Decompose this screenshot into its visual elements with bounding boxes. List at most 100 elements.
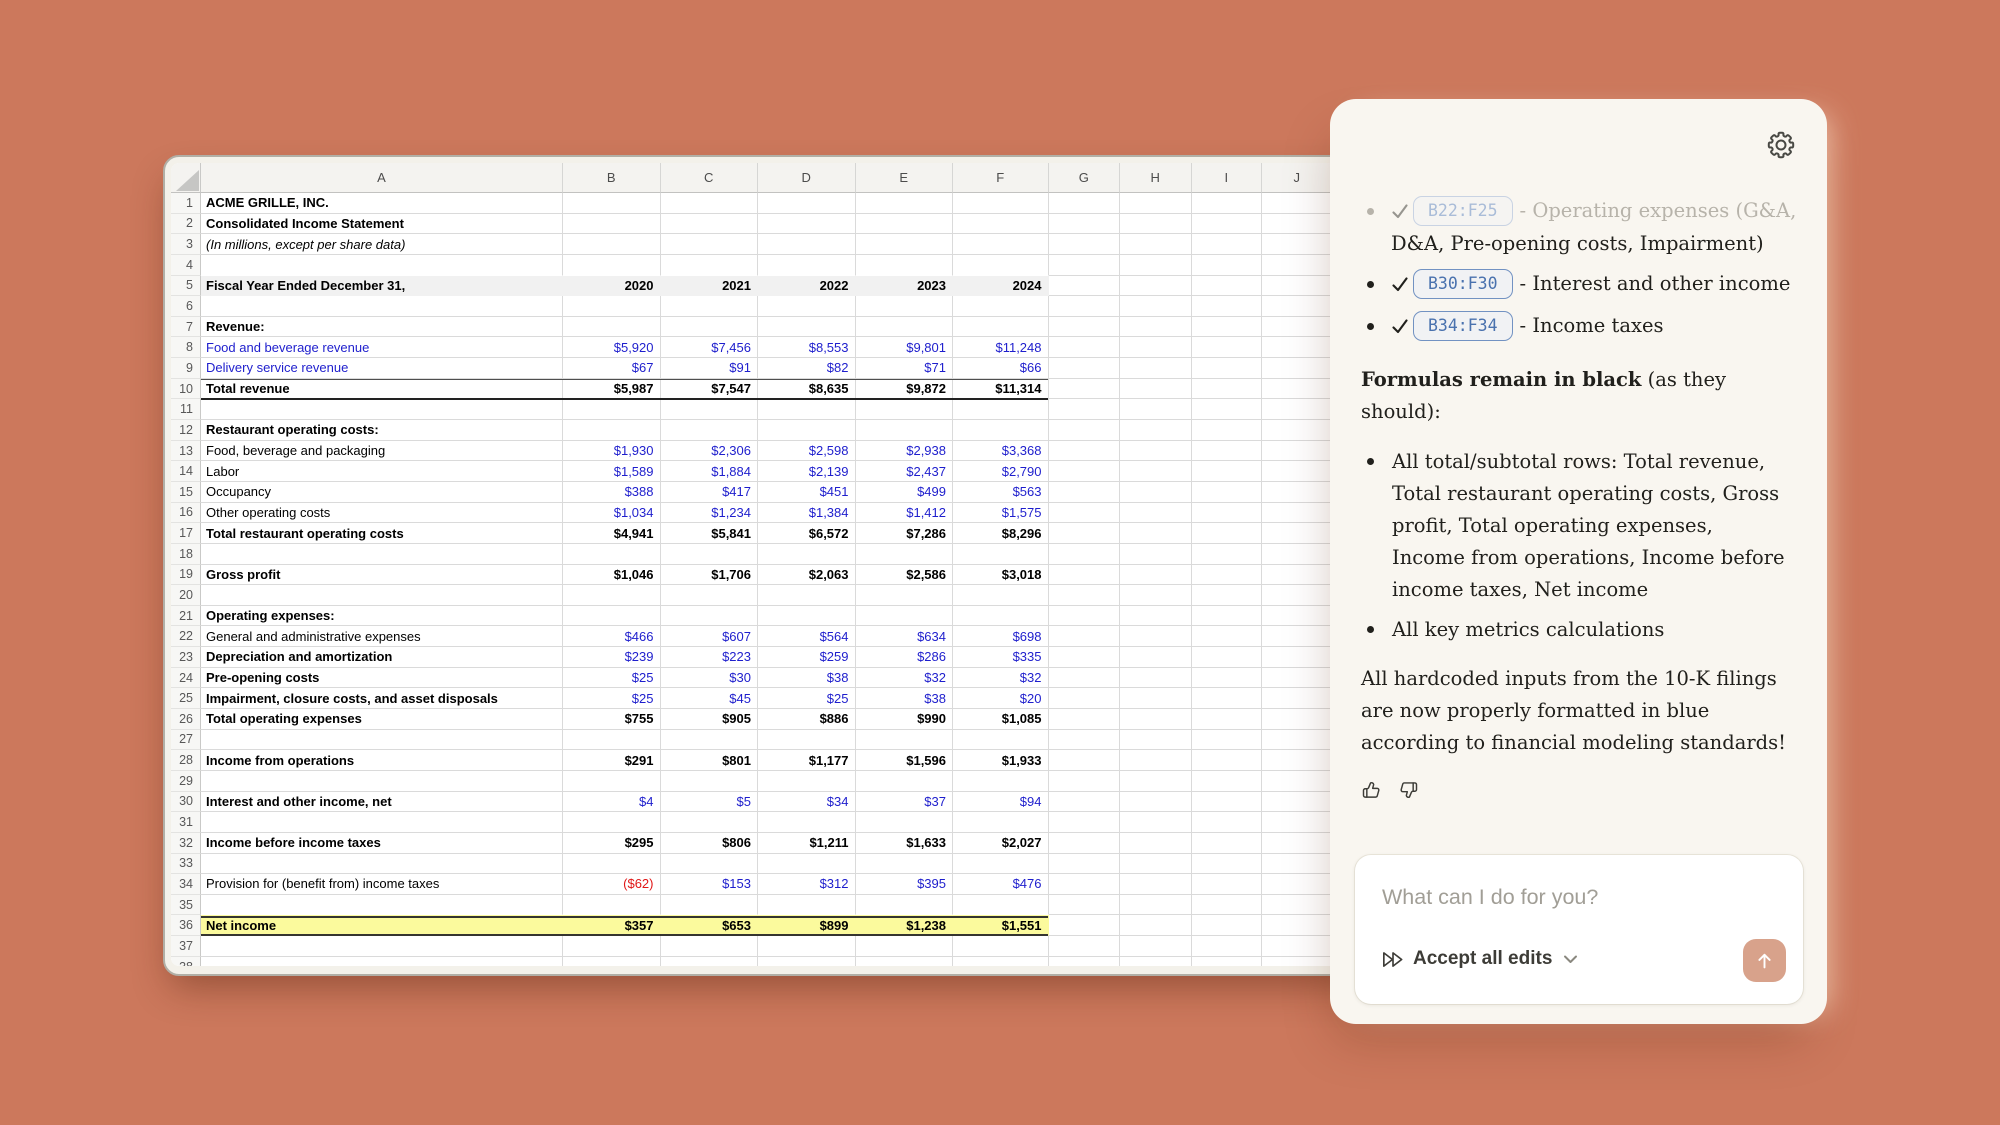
cell-G32[interactable] — [1049, 833, 1121, 854]
cell-D30[interactable]: $34 — [758, 792, 856, 813]
cell-J9[interactable] — [1262, 358, 1333, 379]
cell-I16[interactable] — [1192, 503, 1263, 524]
cell-D7[interactable] — [758, 317, 856, 338]
cell-F23[interactable]: $335 — [953, 647, 1049, 668]
column-header-D[interactable]: D — [758, 163, 856, 193]
cell-E13[interactable]: $2,938 — [856, 441, 954, 462]
cell-A33[interactable] — [201, 854, 563, 875]
cell-C21[interactable] — [661, 606, 759, 627]
cell-F15[interactable]: $563 — [953, 482, 1049, 503]
cell-A3[interactable]: (In millions, except per share data) — [201, 234, 563, 255]
cell-I1[interactable] — [1192, 193, 1263, 214]
cell-H34[interactable] — [1120, 874, 1192, 895]
cell-E4[interactable] — [856, 255, 954, 276]
cell-J35[interactable] — [1262, 895, 1333, 916]
row-number-26[interactable]: 26 — [171, 709, 201, 730]
cell-A5[interactable]: Fiscal Year Ended December 31, — [201, 276, 563, 297]
cell-H12[interactable] — [1120, 420, 1192, 441]
cell-A30[interactable]: Interest and other income, net — [201, 792, 563, 813]
cell-E38[interactable] — [856, 957, 954, 966]
cell-C19[interactable]: $1,706 — [661, 565, 759, 586]
cell-C30[interactable]: $5 — [661, 792, 759, 813]
cell-I24[interactable] — [1192, 668, 1263, 689]
cell-C7[interactable] — [661, 317, 759, 338]
cell-I29[interactable] — [1192, 771, 1263, 792]
cell-J28[interactable] — [1262, 750, 1333, 771]
cell-E32[interactable]: $1,633 — [856, 833, 954, 854]
cell-C31[interactable] — [661, 812, 759, 833]
cell-B3[interactable] — [563, 234, 661, 255]
cell-A9[interactable]: Delivery service revenue — [201, 358, 563, 379]
cell-I19[interactable] — [1192, 565, 1263, 586]
cell-E1[interactable] — [856, 193, 954, 214]
cell-I4[interactable] — [1192, 255, 1263, 276]
settings-button[interactable] — [1764, 128, 1798, 162]
cell-G13[interactable] — [1049, 441, 1121, 462]
cell-G19[interactable] — [1049, 565, 1121, 586]
cell-D3[interactable] — [758, 234, 856, 255]
cell-A13[interactable]: Food, beverage and packaging — [201, 441, 563, 462]
cell-F6[interactable] — [953, 296, 1049, 317]
cell-F14[interactable]: $2,790 — [953, 461, 1049, 482]
row-number-9[interactable]: 9 — [171, 358, 201, 379]
cell-D9[interactable]: $82 — [758, 358, 856, 379]
cell-I22[interactable] — [1192, 626, 1263, 647]
column-header-H[interactable]: H — [1120, 163, 1192, 193]
cell-H6[interactable] — [1120, 296, 1192, 317]
cell-C1[interactable] — [661, 193, 759, 214]
cell-C29[interactable] — [661, 771, 759, 792]
cell-G29[interactable] — [1049, 771, 1121, 792]
cell-B32[interactable]: $295 — [563, 833, 661, 854]
cell-A14[interactable]: Labor — [201, 461, 563, 482]
cell-C36[interactable]: $653 — [661, 915, 759, 936]
cell-D16[interactable]: $1,384 — [758, 503, 856, 524]
cell-D27[interactable] — [758, 730, 856, 751]
cell-J3[interactable] — [1262, 234, 1333, 255]
cell-J29[interactable] — [1262, 771, 1333, 792]
cell-A8[interactable]: Food and beverage revenue — [201, 337, 563, 358]
cell-B21[interactable] — [563, 606, 661, 627]
cell-J38[interactable] — [1262, 957, 1333, 966]
cell-D32[interactable]: $1,211 — [758, 833, 856, 854]
cell-J32[interactable] — [1262, 833, 1333, 854]
cell-E15[interactable]: $499 — [856, 482, 954, 503]
column-header-C[interactable]: C — [661, 163, 759, 193]
cell-J1[interactable] — [1262, 193, 1333, 214]
cell-C15[interactable]: $417 — [661, 482, 759, 503]
cell-H4[interactable] — [1120, 255, 1192, 276]
cell-I33[interactable] — [1192, 854, 1263, 875]
cell-G9[interactable] — [1049, 358, 1121, 379]
cell-B7[interactable] — [563, 317, 661, 338]
cell-D12[interactable] — [758, 420, 856, 441]
cell-D26[interactable]: $886 — [758, 709, 856, 730]
cell-H5[interactable] — [1120, 276, 1192, 297]
cell-C32[interactable]: $806 — [661, 833, 759, 854]
cell-E16[interactable]: $1,412 — [856, 503, 954, 524]
cell-B37[interactable] — [563, 936, 661, 957]
row-number-34[interactable]: 34 — [171, 874, 201, 895]
cell-H19[interactable] — [1120, 565, 1192, 586]
cell-F12[interactable] — [953, 420, 1049, 441]
cell-H8[interactable] — [1120, 337, 1192, 358]
cell-H37[interactable] — [1120, 936, 1192, 957]
cell-A1[interactable]: ACME GRILLE, INC. — [201, 193, 563, 214]
cell-A26[interactable]: Total operating expenses — [201, 709, 563, 730]
cell-H11[interactable] — [1120, 399, 1192, 420]
send-button[interactable] — [1743, 939, 1786, 982]
cell-H36[interactable] — [1120, 915, 1192, 936]
cell-F28[interactable]: $1,933 — [953, 750, 1049, 771]
cell-D18[interactable] — [758, 544, 856, 565]
cell-G35[interactable] — [1049, 895, 1121, 916]
cell-I6[interactable] — [1192, 296, 1263, 317]
cell-C10[interactable]: $7,547 — [661, 379, 759, 400]
cell-H10[interactable] — [1120, 379, 1192, 400]
cell-F9[interactable]: $66 — [953, 358, 1049, 379]
cell-D20[interactable] — [758, 585, 856, 606]
cell-C20[interactable] — [661, 585, 759, 606]
cell-range-chip[interactable]: B34:F34 — [1413, 311, 1513, 341]
cell-J11[interactable] — [1262, 399, 1333, 420]
cell-A38[interactable] — [201, 957, 563, 966]
cell-F32[interactable]: $2,027 — [953, 833, 1049, 854]
cell-E29[interactable] — [856, 771, 954, 792]
cell-J4[interactable] — [1262, 255, 1333, 276]
